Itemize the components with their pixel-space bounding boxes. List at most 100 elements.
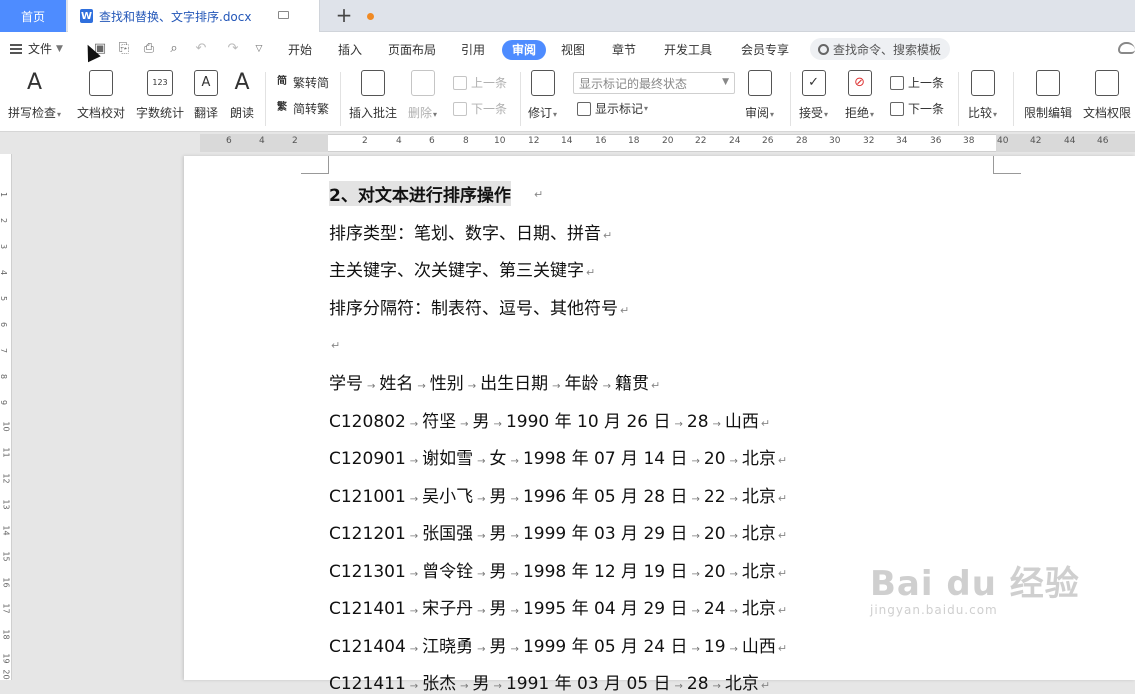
- delete-comment-button[interactable]: 删除▾: [408, 70, 437, 121]
- ruler-number: 3: [0, 244, 8, 249]
- table-cell: 28: [686, 411, 709, 432]
- table-row[interactable]: C121411 → 张杰 → 男 → 1991 年 03 月 05 日 → 28 → 北京 ↵: [329, 669, 770, 694]
- table-row[interactable]: C121404 → 江晓勇 → 男 → 1999 年 05 月 24 日 → 19 → 山西 ↵: [329, 632, 787, 657]
- table-header-row[interactable]: 学号 → 姓名 → 性别 → 出生日期 → 年龄 → 籍贯 ↵: [329, 369, 660, 394]
- table-cell: 20: [703, 449, 726, 469]
- ruler-number: 13: [1, 499, 11, 510]
- markup-state-value: 显示标记的最终状态: [579, 76, 688, 91]
- tab-mark-icon: →: [510, 606, 519, 617]
- translate-button[interactable]: A 翻译: [194, 70, 218, 121]
- tab-section[interactable]: 章节: [612, 40, 636, 60]
- table-row[interactable]: C121401 → 宋子丹 → 男 → 1995 年 04 月 29 日 → 24 → 北京 ↵: [329, 594, 787, 619]
- tab-mark-icon: →: [460, 681, 469, 692]
- ruler-number: 18: [628, 136, 640, 146]
- print-preview-icon[interactable]: ⌕: [166, 42, 182, 56]
- tab-references[interactable]: 引用: [461, 40, 485, 60]
- unsaved-dot-icon[interactable]: [367, 13, 374, 20]
- cloud-icon[interactable]: [1118, 42, 1135, 54]
- restrict-edit-label: 限制编辑: [1024, 106, 1073, 120]
- document-heading[interactable]: 2、对文本进行排序操作: [329, 181, 511, 206]
- track-changes-button[interactable]: 修订▾: [528, 70, 557, 121]
- table-cell: 年龄: [564, 374, 599, 394]
- table-cell: 宋子丹: [422, 599, 474, 619]
- tab-mark-icon: →: [367, 381, 376, 392]
- reject-button[interactable]: ⊘ 拒绝▾: [845, 70, 874, 121]
- export-icon[interactable]: ⎘: [116, 42, 132, 56]
- tab-mark-icon: →: [409, 681, 419, 692]
- prev-comment-button[interactable]: 上一条: [453, 74, 507, 91]
- translate-label: 翻译: [194, 106, 219, 120]
- table-cell: 女: [489, 449, 507, 469]
- insert-comment-button[interactable]: 插入批注: [349, 70, 397, 121]
- next-change-icon: [890, 101, 904, 116]
- track-changes-icon: [530, 70, 555, 96]
- ruler-number: 16: [595, 136, 607, 146]
- horizontal-ruler[interactable]: 6 4 2 2 4 6 8 10 12 14 16 18 20 22 24 26…: [0, 132, 1135, 154]
- more-chevron-icon[interactable]: ▽: [251, 42, 267, 56]
- document-line[interactable]: 排序分隔符：制表符、逗号、其他符号 ↵: [329, 294, 629, 319]
- redo-icon[interactable]: ↷: [225, 42, 241, 56]
- table-row[interactable]: C121001 → 吴小飞 → 男 → 1996 年 05 月 28 日 → 22 → 北京 ↵: [329, 482, 787, 507]
- tab-mark-icon: →: [477, 456, 486, 467]
- table-row[interactable]: C121301 → 曾令铨 → 男 → 1998 年 12 月 19 日 → 20 → 北京 ↵: [329, 557, 787, 582]
- tab-member[interactable]: 会员专享: [741, 40, 789, 60]
- next-change-button[interactable]: 下一条: [890, 100, 944, 117]
- empty-line[interactable]: ↵: [329, 334, 340, 354]
- spellcheck-button[interactable]: A 拼写检查▾: [8, 70, 61, 121]
- tab-page-layout[interactable]: 页面布局: [388, 40, 436, 60]
- trad-to-simp-button[interactable]: 简 繁转简: [275, 74, 329, 91]
- review-pane-button[interactable]: 审阅▾: [745, 70, 774, 121]
- ruler-number: 20: [662, 136, 674, 146]
- tab-mark-icon: →: [691, 606, 700, 617]
- tab-document[interactable]: W 查找和替换、文字排序.docx: [68, 0, 374, 32]
- ruler-number: 42: [1030, 136, 1042, 146]
- tab-view[interactable]: 视图: [561, 40, 585, 60]
- tab-start[interactable]: 开始: [288, 40, 312, 60]
- restrict-edit-button[interactable]: 限制编辑: [1024, 70, 1072, 121]
- tab-home[interactable]: 首页: [0, 0, 66, 32]
- ruler-number: 26: [762, 136, 774, 146]
- table-cell: C121401: [329, 599, 406, 619]
- file-menu[interactable]: 文件 ▼: [10, 40, 63, 57]
- table-row[interactable]: C120802 → 符坚 → 男 → 1990 年 10 月 26 日 → 28 → 山西 ↵: [329, 407, 770, 432]
- simp-to-trad-button[interactable]: 繁 简转繁: [275, 100, 329, 117]
- doc-permissions-button[interactable]: 文档权限: [1083, 70, 1131, 121]
- document-line[interactable]: 主关键字、次关键字、第三关键字 ↵: [329, 256, 595, 281]
- table-cell: 谢如雪: [422, 449, 474, 469]
- next-comment-button[interactable]: 下一条: [453, 100, 507, 117]
- table-cell: 张杰: [422, 674, 457, 694]
- tab-mark-icon: →: [409, 531, 419, 542]
- tab-mark-icon: →: [477, 493, 486, 505]
- prev-change-button[interactable]: 上一条: [890, 74, 944, 91]
- ruler-number: 6: [226, 136, 232, 146]
- doc-proof-button[interactable]: 文档校对: [77, 70, 125, 121]
- table-row[interactable]: C121201 → 张国强 → 男 → 1999 年 03 月 29 日 → 20 → 北京 ↵: [329, 519, 787, 544]
- new-tab-plus-icon[interactable]: +: [333, 4, 355, 26]
- tab-mark-icon: →: [712, 418, 721, 430]
- monitor-icon[interactable]: [278, 11, 289, 19]
- tab-review[interactable]: 审阅: [502, 40, 547, 60]
- table-row[interactable]: C120901 → 谢如雪 → 女 → 1998 年 07 月 14 日 → 20 → 北京 ↵: [329, 444, 787, 469]
- doc-proof-icon: [89, 70, 113, 96]
- document-line[interactable]: 排序类型：笔划、数字、日期、拼音 ↵: [329, 219, 612, 244]
- delete-comment-label: 删除: [408, 106, 433, 120]
- read-aloud-button[interactable]: A 朗读: [230, 70, 254, 121]
- vertical-ruler[interactable]: 1 2 3 4 5 6 7 8 9 10 11 12 13 14 15 16 1…: [0, 154, 12, 680]
- undo-icon[interactable]: ↶: [193, 42, 209, 56]
- tab-developer[interactable]: 开发工具: [664, 40, 712, 60]
- table-cell: 北京: [741, 561, 776, 582]
- command-search[interactable]: 查找命令、搜索模板: [810, 38, 950, 60]
- table-cell: 江晓勇: [422, 636, 474, 657]
- tab-insert[interactable]: 插入: [338, 40, 362, 60]
- markup-state-select[interactable]: 显示标记的最终状态 ▼: [573, 72, 735, 94]
- chevron-down-icon: ▼: [722, 77, 729, 87]
- print-icon[interactable]: ⎙: [141, 42, 157, 56]
- ruler-number: 30: [829, 136, 841, 146]
- next-comment-label: 下一条: [471, 102, 508, 116]
- table-cell: 男: [489, 486, 507, 507]
- show-markup-button[interactable]: 显示标记 ▾: [577, 100, 648, 117]
- accept-button[interactable]: ✓ 接受▾: [799, 70, 828, 121]
- compare-button[interactable]: 比较▾: [968, 70, 997, 121]
- file-menu-label: 文件: [28, 42, 53, 56]
- word-count-button[interactable]: 123 字数统计: [136, 70, 184, 121]
